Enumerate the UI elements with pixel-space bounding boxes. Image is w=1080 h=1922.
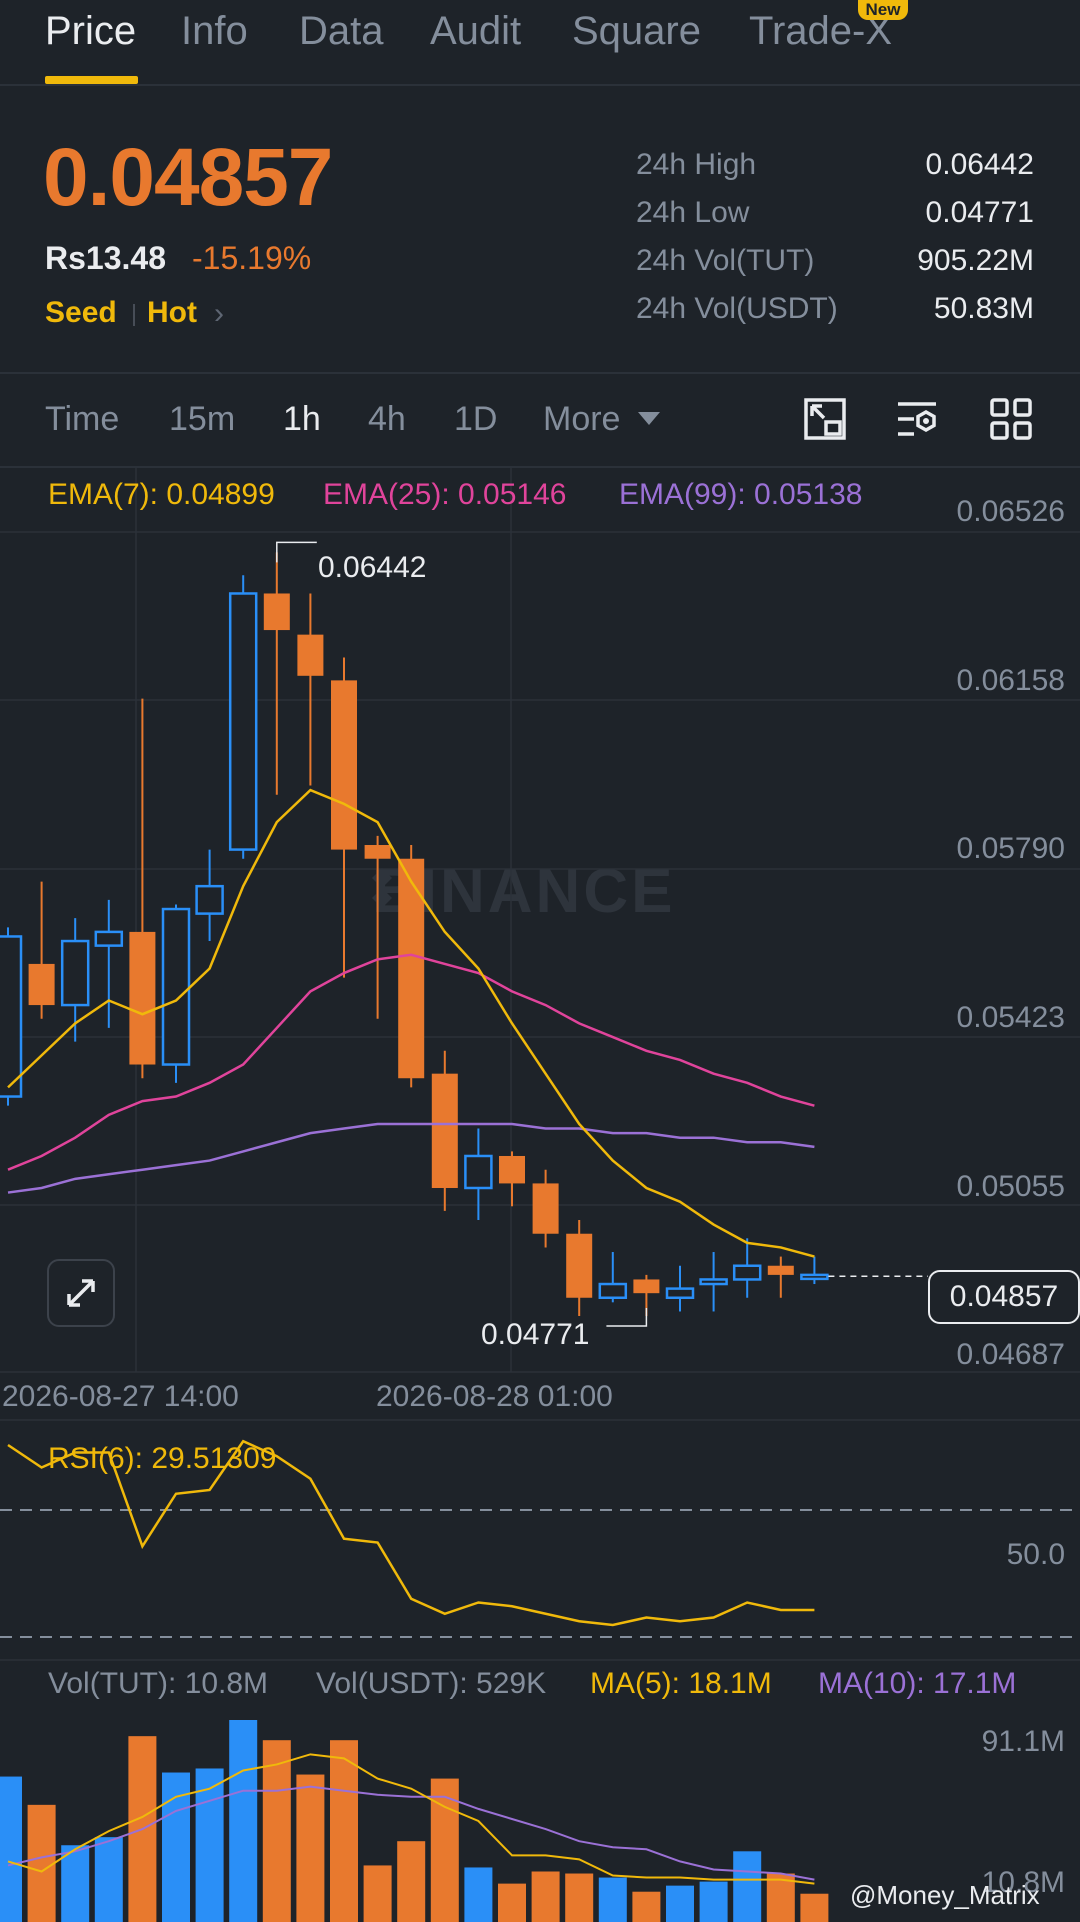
candle-body [28, 963, 55, 1006]
volume-bar [632, 1891, 661, 1922]
current-price-tag[interactable]: 0.04857 [928, 1270, 1080, 1324]
rsi-legend: RSI(6): 29.51309 [48, 1442, 277, 1475]
y-tick-label: 0.05423 [956, 1001, 1065, 1034]
volume-bar [94, 1837, 123, 1922]
candle-body [297, 634, 324, 676]
ema7-legend: EMA(7): 0.04899 [48, 478, 275, 511]
candle-body [532, 1183, 559, 1234]
vol-tut-legend: Vol(TUT): 10.8M [48, 1667, 269, 1700]
candle-body [0, 935, 23, 1098]
candle-body [699, 1278, 728, 1286]
volume-bar [531, 1871, 560, 1922]
candle-body [129, 931, 156, 1065]
candle-body [665, 1287, 695, 1300]
candle-body [431, 1073, 458, 1188]
candle-body [633, 1279, 660, 1294]
volume-bar [800, 1893, 829, 1922]
y-tick-label: 0.06158 [956, 664, 1065, 697]
volume-bar [229, 1720, 258, 1922]
candle-body [161, 907, 191, 1066]
volume-bar [733, 1851, 762, 1922]
x-tick-label: 2026-08-28 01:00 [376, 1380, 613, 1413]
candle-body [499, 1155, 525, 1184]
expand-chart-button[interactable] [47, 1259, 115, 1327]
volume-bar [363, 1865, 392, 1922]
candle-body [228, 592, 258, 851]
x-tick-label: 2026-08-27 14:00 [2, 1380, 239, 1413]
high-price-marker: 0.06442 [318, 551, 427, 584]
low-marker-line [606, 1308, 648, 1327]
volume-bar [397, 1841, 426, 1922]
candle-body [60, 939, 90, 1007]
high-marker-line [276, 541, 317, 563]
vol-ma10-legend: MA(10): 17.1M [818, 1667, 1017, 1700]
volume-bar [498, 1883, 526, 1922]
candle-body [94, 930, 124, 947]
y-tick-label: 0.04687 [956, 1338, 1065, 1371]
volume-bar [296, 1774, 325, 1922]
candle-body [800, 1273, 829, 1281]
volume-bar [666, 1885, 694, 1922]
ema99-legend: EMA(99): 0.05138 [619, 478, 863, 511]
volume-bar [464, 1867, 493, 1922]
candle-body [767, 1265, 794, 1275]
candle-body [464, 1154, 493, 1190]
candle-body [398, 858, 425, 1079]
vol-tick-label: 91.1M [981, 1725, 1065, 1758]
expand-icon [67, 1279, 95, 1307]
ema99-line [7, 1122, 815, 1194]
candle-body [732, 1264, 762, 1281]
volume-bar [565, 1873, 594, 1922]
ema25-legend: EMA(25): 0.05146 [323, 478, 567, 511]
candle-body [566, 1233, 593, 1298]
volume-bar [27, 1804, 56, 1922]
credit-watermark: @Money_Matrix [850, 1880, 1040, 1910]
vol-ma5-legend: MA(5): 18.1M [590, 1667, 772, 1700]
volume-bar [598, 1877, 627, 1922]
rsi-tick-label: 50.0 [1006, 1538, 1065, 1571]
volume-bar [0, 1776, 22, 1922]
y-tick-label: 0.05790 [956, 832, 1065, 865]
volume-bar [330, 1740, 358, 1922]
y-tick-label: 0.06526 [956, 495, 1065, 528]
low-price-marker: 0.04771 [481, 1318, 590, 1351]
vol-usdt-legend: Vol(USDT): 529K [316, 1667, 547, 1700]
candle-body [364, 845, 391, 859]
volume-bar [699, 1881, 728, 1922]
price-chart[interactable] [0, 0, 1080, 1922]
y-tick-label: 0.05055 [956, 1170, 1065, 1203]
candle-body [263, 593, 290, 631]
candle-body [195, 884, 224, 915]
candle-body [331, 680, 357, 850]
volume-bar [262, 1740, 291, 1922]
candle-body [598, 1282, 628, 1300]
